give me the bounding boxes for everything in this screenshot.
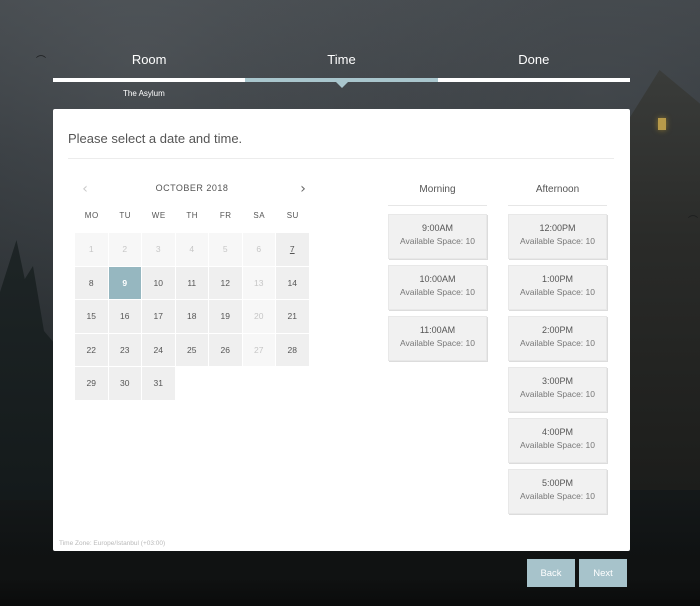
timezone-label: Time Zone: Europe/Istanbul (+03:00) xyxy=(59,540,166,547)
calendar-day[interactable]: 23 xyxy=(108,333,142,367)
weekday-label: SU xyxy=(286,211,299,220)
panel-title: Please select a date and time. xyxy=(68,131,243,146)
time-slot[interactable]: 10:00AM Available Space: 10 xyxy=(388,265,487,310)
weekday-label: FR xyxy=(219,211,232,220)
weekday-label: TH xyxy=(186,211,199,220)
next-button[interactable]: Next xyxy=(579,559,627,587)
active-step-caret-icon xyxy=(336,82,348,88)
afternoon-heading: Afternoon xyxy=(535,184,580,195)
divider xyxy=(388,205,487,206)
calendar-day[interactable]: 21 xyxy=(276,300,310,334)
calendar-day[interactable]: 18 xyxy=(175,300,209,334)
calendar-day: 13 xyxy=(242,266,276,300)
step-progress-bar xyxy=(53,78,630,88)
afternoon-column: Afternoon 12:00PM Available Space: 10 1:… xyxy=(508,181,607,520)
slot-availability: Available Space: 10 xyxy=(400,287,475,297)
time-slot[interactable]: 12:00PM Available Space: 10 xyxy=(508,214,607,259)
time-slot[interactable]: 11:00AM Available Space: 10 xyxy=(388,316,487,361)
slot-availability: Available Space: 10 xyxy=(520,491,595,501)
calendar-day[interactable]: 19 xyxy=(209,300,243,334)
bird-icon: ⌒ xyxy=(36,56,46,67)
divider xyxy=(68,158,614,159)
booking-panel: Please select a date and time. ‹ OCTOBER… xyxy=(53,109,630,551)
calendar-day[interactable]: 29 xyxy=(75,367,109,401)
time-slot[interactable]: 5:00PM Available Space: 10 xyxy=(508,469,607,514)
slot-time: 4:00PM xyxy=(541,427,574,437)
morning-column: Morning 9:00AM Available Space: 10 10:00… xyxy=(388,181,487,367)
slot-availability: Available Space: 10 xyxy=(400,338,475,348)
slot-time: 9:00AM xyxy=(421,223,454,233)
slot-time: 12:00PM xyxy=(539,223,576,233)
weekday-label: WE xyxy=(151,211,166,220)
calendar-day: 1 xyxy=(75,233,109,267)
slot-availability: Available Space: 10 xyxy=(400,236,475,246)
calendar-grid: 1 2 3 4 5 6 7 8 9 10 11 12 13 14 15 16 17 18 19 20 21 22 23 24 2… xyxy=(75,233,310,401)
calendar-day[interactable]: 10 xyxy=(142,266,176,300)
calendar-day: 2 xyxy=(108,233,142,267)
slot-time: 3:00PM xyxy=(541,376,574,386)
slot-time: 2:00PM xyxy=(541,325,574,335)
calendar-day[interactable]: 16 xyxy=(108,300,142,334)
weekday-label: MO xyxy=(84,211,99,220)
calendar-day[interactable]: 14 xyxy=(276,266,310,300)
weekday-label: SA xyxy=(253,211,266,220)
calendar-header: ‹ OCTOBER 2018 › xyxy=(75,181,309,197)
slot-availability: Available Space: 10 xyxy=(520,236,595,246)
calendar-day[interactable]: 17 xyxy=(142,300,176,334)
calendar-month-label: OCTOBER 2018 xyxy=(155,183,229,193)
calendar-day: 6 xyxy=(242,233,276,267)
step-room[interactable]: Room xyxy=(53,48,245,72)
calendar-day: 5 xyxy=(209,233,243,267)
calendar-day[interactable]: 28 xyxy=(276,333,310,367)
divider xyxy=(508,205,607,206)
calendar-day[interactable]: 8 xyxy=(75,266,109,300)
time-slot[interactable]: 1:00PM Available Space: 10 xyxy=(508,265,607,310)
slot-availability: Available Space: 10 xyxy=(520,440,595,450)
slot-time: 10:00AM xyxy=(419,274,456,284)
slot-availability: Available Space: 10 xyxy=(520,338,595,348)
step-indicator: Room Time Done The Asylum xyxy=(53,48,630,98)
calendar-day[interactable]: 24 xyxy=(142,333,176,367)
calendar-day[interactable]: 22 xyxy=(75,333,109,367)
background-window-light xyxy=(658,118,666,130)
time-slot[interactable]: 9:00AM Available Space: 10 xyxy=(388,214,487,259)
calendar-day-selected[interactable]: 9 xyxy=(108,266,142,300)
calendar-day[interactable]: 11 xyxy=(175,266,209,300)
slot-time: 11:00AM xyxy=(419,325,456,335)
slot-time: 5:00PM xyxy=(541,478,574,488)
calendar-day: 20 xyxy=(242,300,276,334)
calendar-day[interactable]: 26 xyxy=(209,333,243,367)
step-time[interactable]: Time xyxy=(245,48,437,72)
bird-icon: ⌒ xyxy=(688,216,698,227)
background-trees xyxy=(0,240,55,500)
calendar-day[interactable]: 12 xyxy=(209,266,243,300)
time-slot[interactable]: 2:00PM Available Space: 10 xyxy=(508,316,607,361)
calendar-day[interactable]: 15 xyxy=(75,300,109,334)
calendar-day: 27 xyxy=(242,333,276,367)
time-slot[interactable]: 3:00PM Available Space: 10 xyxy=(508,367,607,412)
slot-availability: Available Space: 10 xyxy=(520,389,595,399)
chevron-right-icon[interactable]: › xyxy=(295,181,311,197)
step-bar-room xyxy=(53,78,246,82)
calendar-day[interactable]: 7 xyxy=(276,233,310,267)
morning-heading: Morning xyxy=(419,184,456,195)
calendar-day: 4 xyxy=(175,233,209,267)
step-done[interactable]: Done xyxy=(438,48,630,72)
calendar-day[interactable]: 31 xyxy=(142,367,176,401)
slot-time: 1:00PM xyxy=(541,274,574,284)
time-slot[interactable]: 4:00PM Available Space: 10 xyxy=(508,418,607,463)
calendar-day[interactable]: 25 xyxy=(175,333,209,367)
selected-room-label: The Asylum xyxy=(123,89,165,98)
step-bar-done xyxy=(437,78,630,82)
slot-availability: Available Space: 10 xyxy=(520,287,595,297)
back-button[interactable]: Back xyxy=(527,559,575,587)
calendar-day: 3 xyxy=(142,233,176,267)
weekday-label: TU xyxy=(119,211,132,220)
calendar-weekdays: MO TU WE TH FR SA SU xyxy=(75,211,310,220)
calendar-day[interactable]: 30 xyxy=(108,367,142,401)
